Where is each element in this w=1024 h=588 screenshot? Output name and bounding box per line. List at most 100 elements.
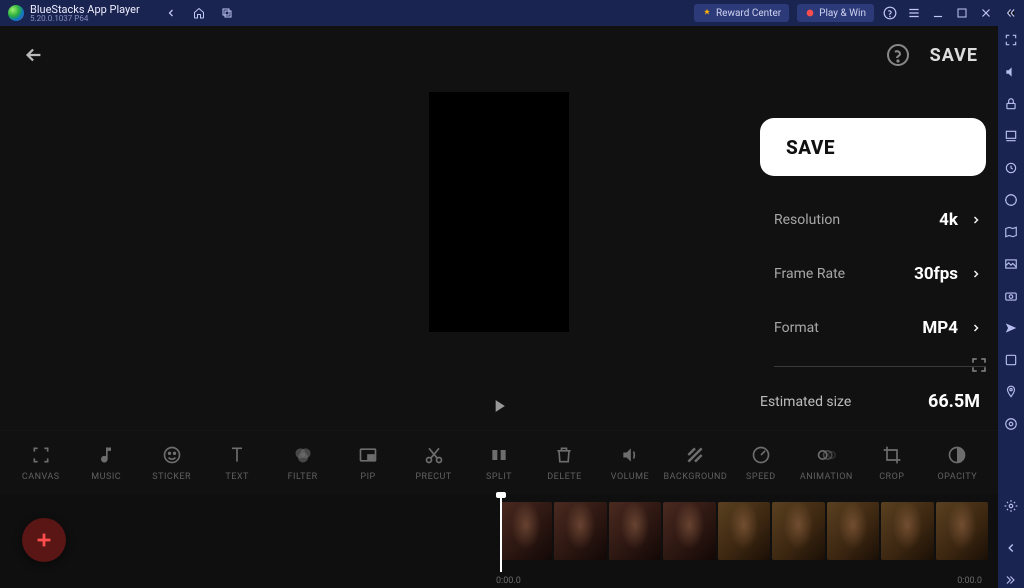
filter-icon [292,444,314,466]
precut-icon [423,444,445,466]
timecode-end: 0:00.0 [957,576,982,586]
titlebar: BlueStacks App Player 5.20.0.1037 P64 Re… [0,0,1024,26]
tool-pip[interactable]: PIP [335,444,400,482]
expand-icon[interactable] [1003,32,1019,48]
clip-thumbnail[interactable] [609,502,661,560]
clip-thumbnail[interactable] [772,502,824,560]
gear-icon[interactable] [1003,498,1019,514]
option-label: Resolution [760,212,927,228]
tool-background[interactable]: BACKGROUND [663,444,728,482]
tool-label: TEXT [225,472,249,482]
crop-icon [881,444,903,466]
layers-icon[interactable] [1003,128,1019,144]
help-icon[interactable] [882,5,898,21]
tool-opacity[interactable]: OPACITY [925,444,990,482]
option-value: MP4 [922,318,958,338]
plane-icon[interactable] [1003,320,1019,336]
option-label: Format [760,320,910,336]
chevron-right-icon [970,214,984,226]
link-icon[interactable] [1003,352,1019,368]
timecode-start: 0:00.0 [496,576,521,586]
clock-icon[interactable] [1003,192,1019,208]
save-button[interactable]: SAVE [760,118,986,176]
tool-speed[interactable]: SPEED [728,444,793,482]
option-value: 4k [939,210,958,230]
nav-home-icon[interactable] [192,6,206,20]
app-name: BlueStacks App Player [30,4,140,15]
play-win-button[interactable]: Play & Win [797,4,874,22]
tool-label: PIP [360,472,375,482]
maximize-icon[interactable] [954,5,970,21]
sticker-icon [161,444,183,466]
volume-icon[interactable] [1003,64,1019,80]
tool-delete[interactable]: DELETE [532,444,597,482]
tool-sticker[interactable]: STICKER [139,444,204,482]
clip-thumbnail[interactable] [936,502,988,560]
image-icon[interactable] [1003,256,1019,272]
timeline[interactable]: 0:00.0 0:00.0 [0,494,998,588]
close-icon[interactable] [978,5,994,21]
option-value: 30fps [914,264,958,284]
tool-label: BACKGROUND [664,472,728,482]
nav-back-icon[interactable] [164,6,178,20]
target-icon[interactable] [1003,160,1019,176]
lock-icon[interactable] [1003,96,1019,112]
split-icon [488,444,510,466]
chevron-right-icon [970,322,984,334]
collapse-icon[interactable] [1002,5,1018,21]
tool-precut[interactable]: PRECUT [401,444,466,482]
nav-recent-icon[interactable] [220,6,234,20]
canvas-icon [30,444,52,466]
tool-label: OPACITY [937,472,977,482]
tool-canvas[interactable]: CANVAS [8,444,73,482]
opacity-icon [946,444,968,466]
clip-thumbnail[interactable] [500,502,552,560]
clip-thumbnail[interactable] [554,502,606,560]
minimize-icon[interactable] [930,5,946,21]
chevron-left-icon[interactable] [1003,540,1019,556]
camera-icon[interactable] [1003,288,1019,304]
aperture-icon[interactable] [1003,416,1019,432]
text-icon [226,444,248,466]
pin-icon[interactable] [1003,384,1019,400]
save-button-label: SAVE [786,136,835,159]
tool-split[interactable]: SPLIT [466,444,531,482]
reward-label: Reward Center [716,8,781,19]
back-button[interactable] [20,41,48,69]
estimated-value: 66.5M [928,391,980,412]
clip-thumbnail[interactable] [881,502,933,560]
tool-animation[interactable]: ANIMATION [794,444,859,482]
add-clip-button[interactable] [22,518,66,562]
tool-label: SPEED [746,472,776,482]
option-label: Frame Rate [760,266,902,282]
option-framerate[interactable]: Frame Rate 30fps [760,264,986,284]
clip-thumbnail[interactable] [663,502,715,560]
playhead[interactable] [500,494,502,572]
tool-crop[interactable]: CROP [859,444,924,482]
editor-help-icon[interactable] [884,41,912,69]
play-win-label: Play & Win [819,8,866,19]
clip-thumbnail[interactable] [718,502,770,560]
reward-center-button[interactable]: Reward Center [694,4,789,22]
option-format[interactable]: Format MP4 [760,318,986,338]
animation-icon [815,444,837,466]
save-link[interactable]: SAVE [930,45,978,66]
play-button[interactable] [485,392,513,420]
tool-filter[interactable]: FILTER [270,444,335,482]
pip-icon [357,444,379,466]
video-track[interactable] [500,502,988,560]
tool-volume[interactable]: VOLUME [597,444,662,482]
map-icon[interactable] [1003,224,1019,240]
bluestacks-sidebar [998,26,1024,588]
app-subtitle: 5.20.0.1037 P64 [30,15,140,23]
clip-thumbnail[interactable] [827,502,879,560]
tool-label: ANIMATION [800,472,853,482]
tool-text[interactable]: TEXT [204,444,269,482]
fullscreen-icon[interactable] [970,356,988,374]
volume-icon [619,444,641,466]
option-resolution[interactable]: Resolution 4k [760,210,986,230]
panel-divider [774,366,986,367]
menu-icon[interactable] [906,5,922,21]
tool-music[interactable]: MUSIC [73,444,138,482]
chevron-double-icon[interactable] [1003,572,1019,588]
